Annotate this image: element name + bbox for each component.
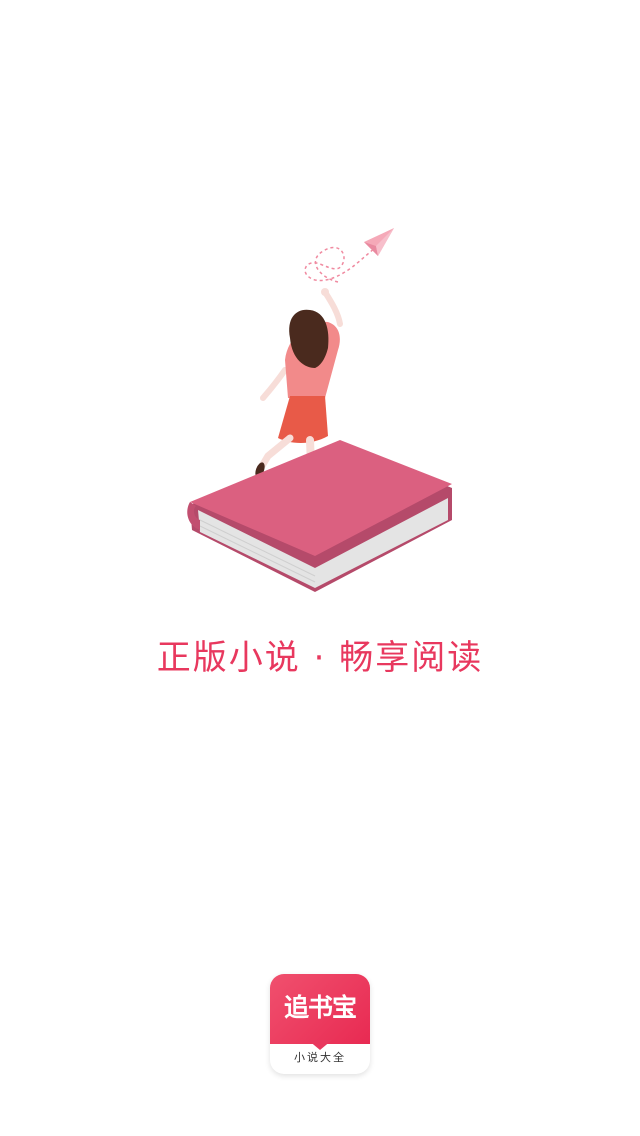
book-icon (187, 440, 452, 592)
bookmark-notch-icon (308, 1040, 332, 1050)
splash-screen: 正版小说 · 畅享阅读 追书宝 小说大全 (0, 0, 640, 1136)
paper-plane-icon (364, 228, 394, 256)
girl-on-book-illustration (187, 228, 452, 592)
app-subtitle: 小说大全 (294, 1051, 346, 1064)
heart-trail-icon (304, 246, 376, 283)
app-logo: 追书宝 小说大全 (270, 974, 370, 1074)
app-name: 追书宝 (283, 993, 357, 1022)
slogan-text: 正版小说 · 畅享阅读 (156, 638, 484, 678)
